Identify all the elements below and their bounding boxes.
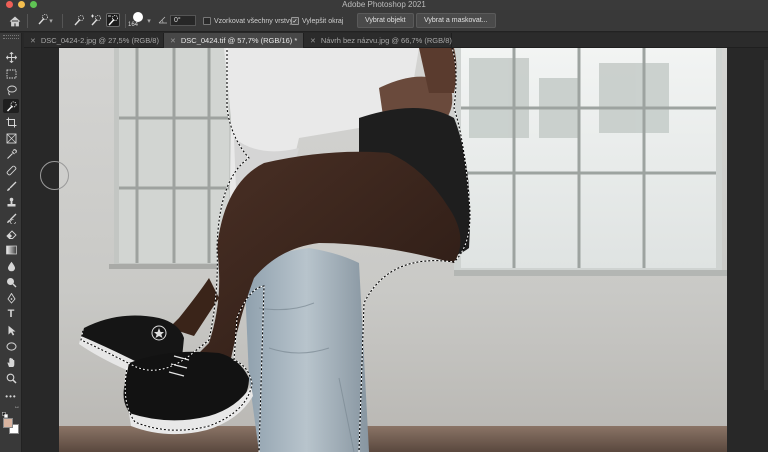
enhance-edge-checkbox[interactable]: ✓ Vylepšit okraj xyxy=(291,16,343,26)
foreground-color-swatch[interactable] xyxy=(3,418,13,428)
app-title: Adobe Photoshop 2021 xyxy=(342,0,426,9)
brush-size-value: 164 xyxy=(128,22,139,28)
photo-image xyxy=(59,48,727,452)
add-selection-icon xyxy=(91,14,101,26)
tool-preset-picker[interactable]: ▾ xyxy=(33,13,57,29)
home-icon xyxy=(9,15,21,26)
clone-stamp-icon xyxy=(7,197,15,206)
more-tools-icon: ••• xyxy=(5,391,17,401)
move-tool[interactable] xyxy=(3,50,19,64)
brush-preview[interactable] xyxy=(133,12,143,22)
default-colors-icon[interactable] xyxy=(2,405,8,418)
type-tool[interactable]: T xyxy=(3,307,19,321)
chevron-down-icon: ▾ xyxy=(147,18,151,25)
subtract-selection-icon xyxy=(108,15,118,26)
close-tab-icon[interactable]: ✕ xyxy=(170,34,176,49)
zoom-icon xyxy=(6,373,17,384)
blur-tool[interactable] xyxy=(3,259,19,273)
swap-colors-icon[interactable]: ↔ xyxy=(14,404,20,410)
move-icon xyxy=(5,51,17,63)
tab-label: DSC_0424.tif @ 57,7% (RGB/16) * xyxy=(180,36,298,45)
angle-label xyxy=(157,13,169,29)
clone-stamp-tool[interactable] xyxy=(3,195,19,209)
lasso-tool[interactable] xyxy=(3,83,19,97)
frame-icon xyxy=(6,133,16,143)
marquee-tool[interactable] xyxy=(3,67,19,81)
history-brush-tool[interactable] xyxy=(3,211,19,225)
zoom-tool[interactable] xyxy=(3,371,19,385)
quick-selection-icon xyxy=(6,101,16,111)
dodge-tool[interactable] xyxy=(3,275,19,289)
pen-tool[interactable] xyxy=(3,291,19,305)
brush-cursor-icon xyxy=(40,161,69,190)
checkbox-box xyxy=(203,17,211,25)
marquee-icon xyxy=(6,69,16,79)
path-selection-icon xyxy=(8,325,15,335)
hand-tool[interactable] xyxy=(3,355,19,369)
close-tab-icon[interactable]: ✕ xyxy=(30,34,36,49)
enhance-edge-label: Vylepšit okraj xyxy=(302,17,344,25)
gradient-icon xyxy=(5,245,17,255)
eyedropper-icon xyxy=(6,148,17,159)
crop-tool[interactable] xyxy=(3,115,19,129)
ellipse-icon xyxy=(6,341,16,351)
eraser-tool[interactable] xyxy=(3,227,19,241)
eyedropper-tool[interactable] xyxy=(3,147,19,161)
title-bar: Adobe Photoshop 2021 xyxy=(0,0,768,10)
brush-options-dropdown[interactable]: ▾ xyxy=(145,13,153,29)
document-tabs: ✕ DSC_0424-2.jpg @ 27,5% (RGB/8) ✕ DSC_042… xyxy=(24,33,768,48)
chevron-down-icon: ▾ xyxy=(49,18,53,25)
sample-all-layers-label: Vzorkovat všechny vrstvy xyxy=(214,17,293,25)
options-separator xyxy=(27,14,28,28)
brush-icon xyxy=(6,181,16,191)
healing-brush-icon xyxy=(6,165,16,175)
healing-brush-tool[interactable] xyxy=(3,163,19,177)
tab-dsc-0424-2[interactable]: ✕ DSC_0424-2.jpg @ 27,5% (RGB/8) xyxy=(24,33,164,48)
add-to-selection-mode-button[interactable] xyxy=(89,13,103,27)
new-selection-mode-button[interactable] xyxy=(72,13,86,27)
tools-panel: T ••• ↔ xyxy=(0,33,22,452)
gradient-tool[interactable] xyxy=(3,243,19,257)
options-separator xyxy=(125,14,126,28)
path-selection-tool[interactable] xyxy=(3,323,19,337)
panel-grip[interactable] xyxy=(3,35,19,39)
angle-icon xyxy=(158,16,168,26)
crop-icon xyxy=(6,117,16,127)
eraser-icon xyxy=(5,229,17,239)
quick-selection-tool[interactable] xyxy=(3,99,19,113)
checkmark-icon: ✓ xyxy=(291,17,299,25)
options-separator xyxy=(62,14,63,28)
close-tab-icon[interactable]: ✕ xyxy=(310,34,316,49)
history-brush-icon xyxy=(6,213,16,224)
brush-tool[interactable] xyxy=(3,179,19,193)
document-canvas[interactable] xyxy=(59,48,727,452)
pen-icon xyxy=(6,292,16,304)
tab-navrh-bez-nazvu[interactable]: ✕ Návrh bez názvu.jpg @ 66,7% (RGB/8) xyxy=(304,33,452,48)
options-bar: ▾ 164 ▾ 0° Vzorkovat všechny vrstvy ✓ Vy… xyxy=(0,10,768,32)
sample-all-layers-checkbox[interactable]: Vzorkovat všechny vrstvy xyxy=(203,16,293,26)
home-button[interactable] xyxy=(7,13,23,29)
type-icon: T xyxy=(7,308,15,320)
lasso-icon xyxy=(6,85,17,95)
vertical-scrollbar[interactable] xyxy=(764,60,768,390)
quick-selection-preset-icon xyxy=(37,12,49,30)
tab-dsc-0424[interactable]: ✕ DSC_0424.tif @ 57,7% (RGB/16) * xyxy=(164,33,304,48)
subtract-from-selection-mode-button[interactable] xyxy=(106,13,120,27)
hand-icon xyxy=(7,357,14,367)
select-subject-button[interactable]: Vybrat objekt xyxy=(357,13,414,28)
tab-label: DSC_0424-2.jpg @ 27,5% (RGB/8) xyxy=(40,36,159,45)
more-tools-button[interactable]: ••• xyxy=(3,389,19,403)
ellipse-tool[interactable] xyxy=(3,339,19,353)
angle-input[interactable]: 0° xyxy=(170,15,196,26)
dodge-icon xyxy=(6,277,16,287)
tab-label: Návrh bez názvu.jpg @ 66,7% (RGB/8) xyxy=(320,36,452,45)
blur-icon xyxy=(7,261,15,271)
select-and-mask-button[interactable]: Vybrat a maskovat... xyxy=(416,13,496,28)
new-selection-icon xyxy=(74,15,84,26)
frame-tool[interactable] xyxy=(3,131,19,145)
